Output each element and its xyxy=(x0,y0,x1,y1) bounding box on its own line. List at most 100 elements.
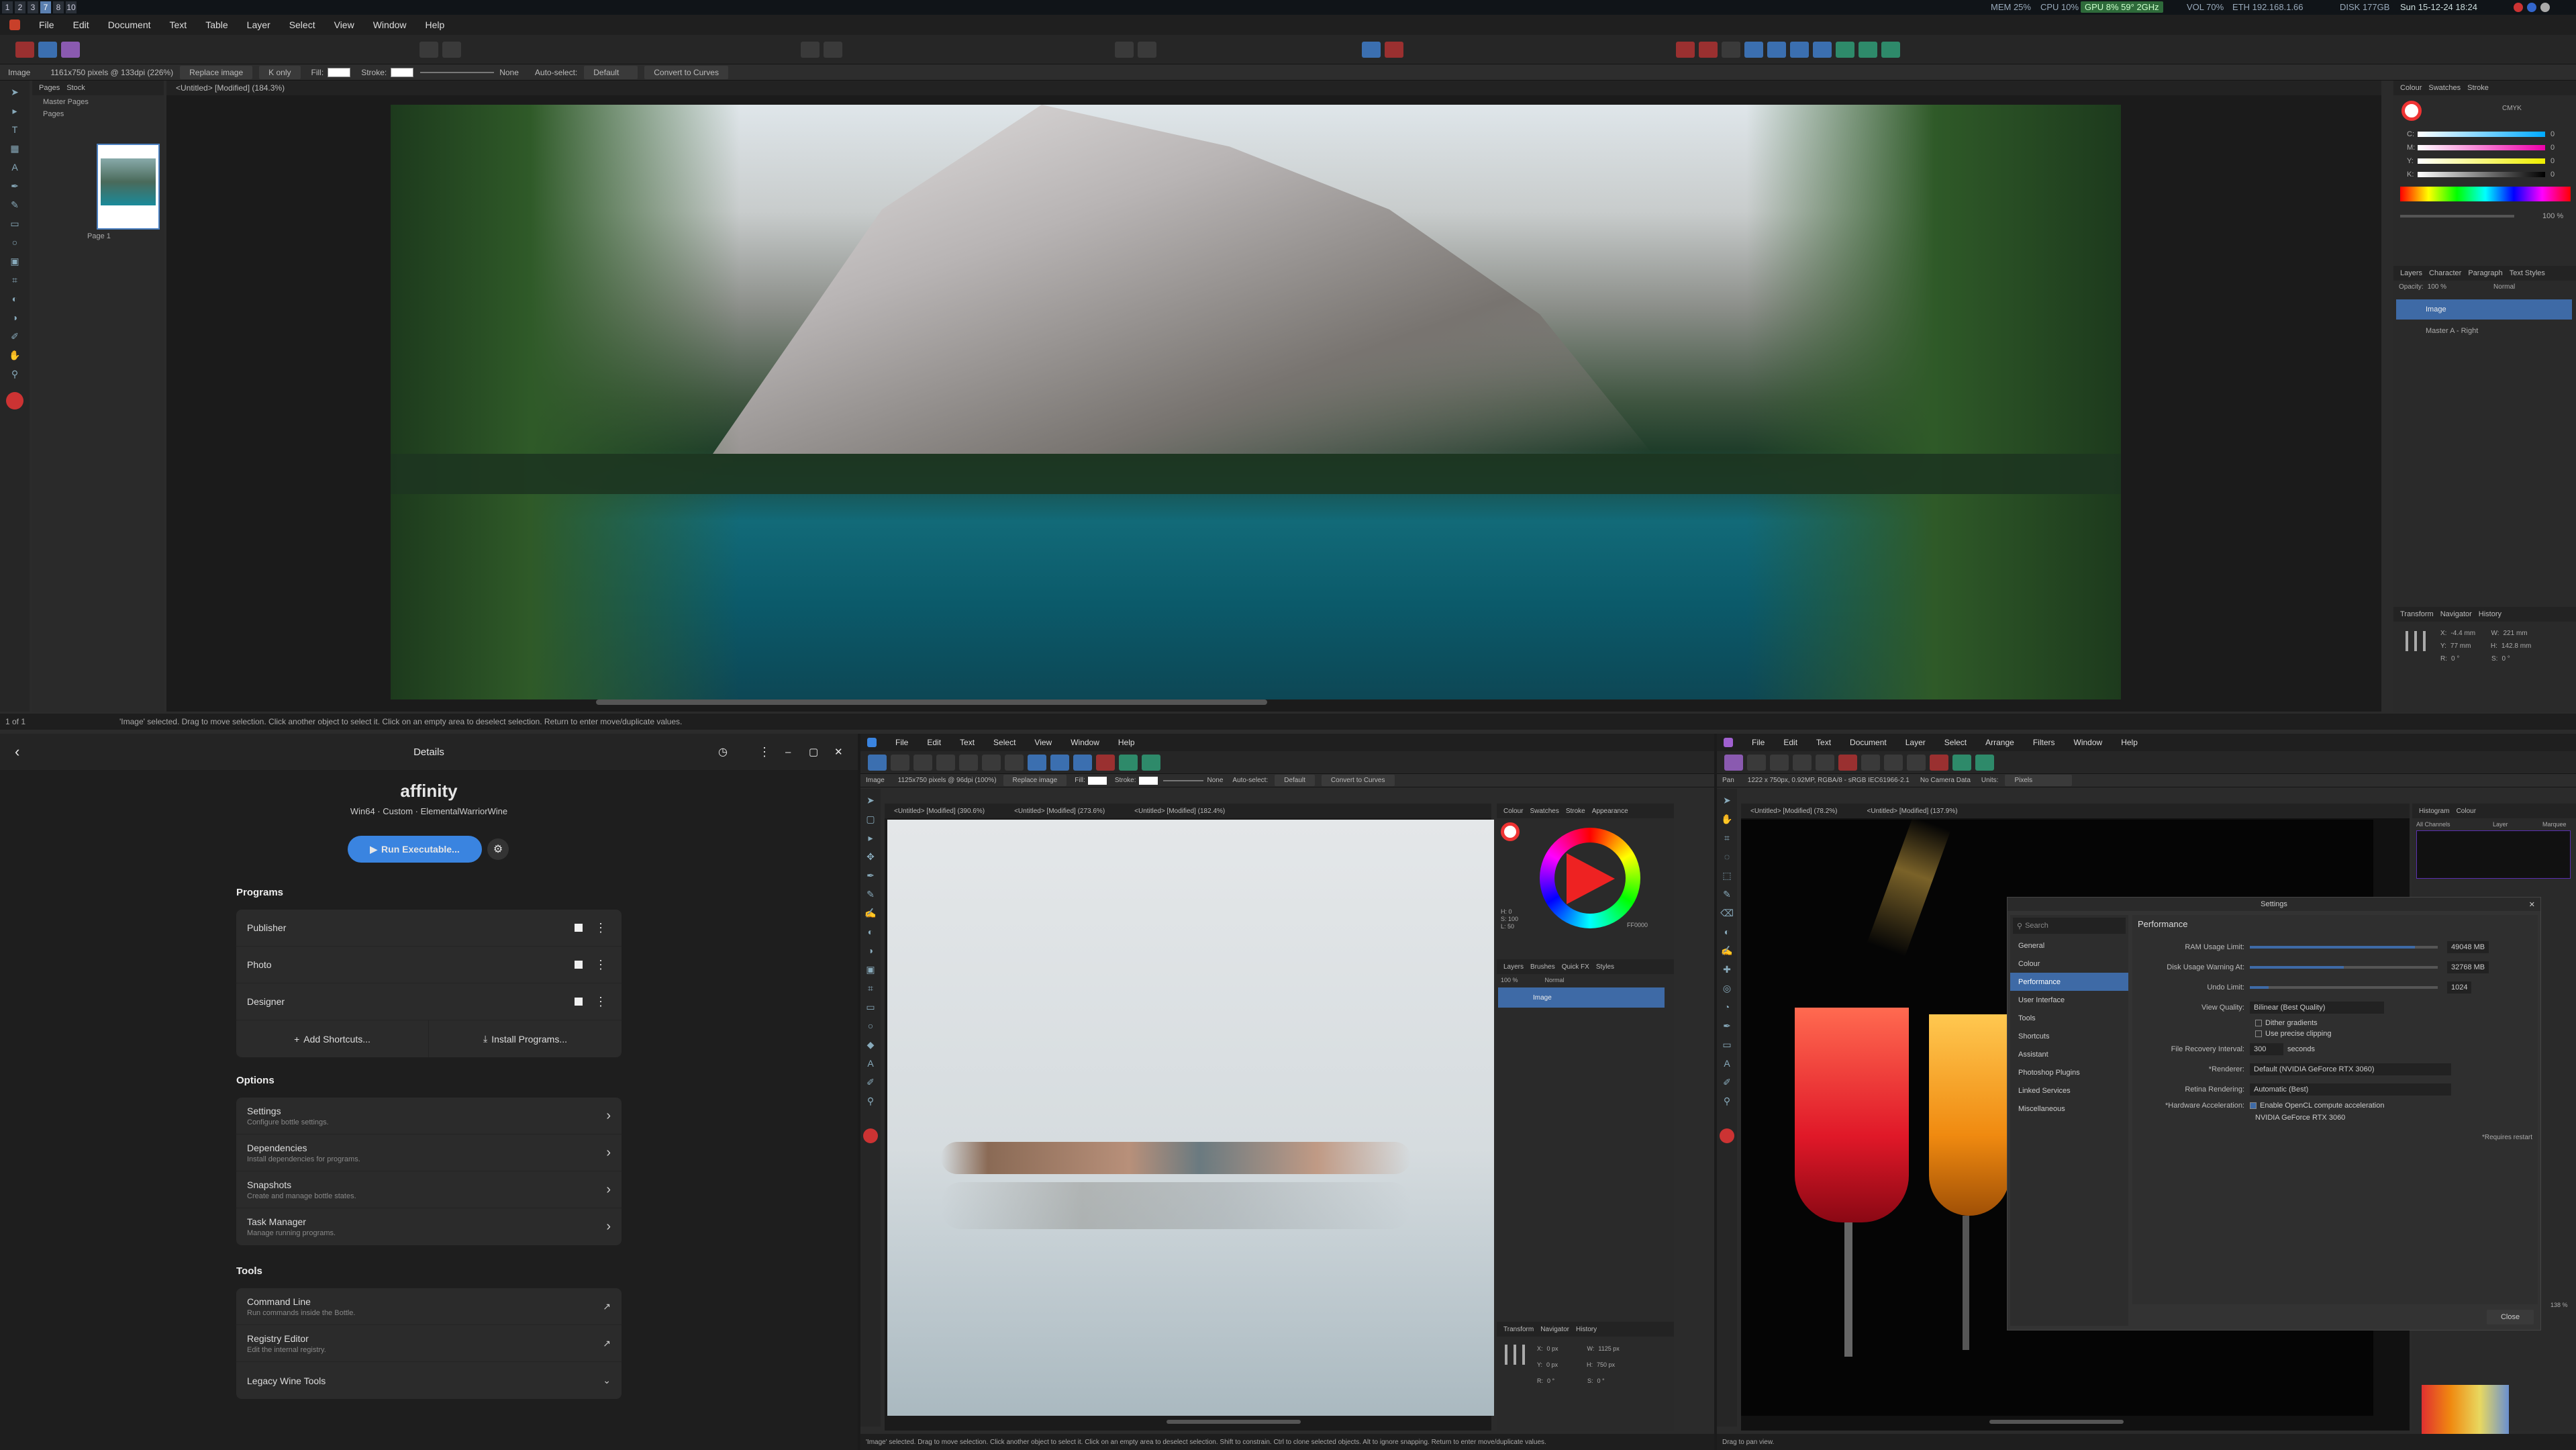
snapping-icon[interactable] xyxy=(442,41,461,58)
text-tool-icon[interactable]: A xyxy=(863,1056,878,1071)
crop-tool-icon[interactable]: ⌗ xyxy=(1720,830,1734,845)
layer-opacity-value[interactable]: 100 % xyxy=(2428,283,2446,291)
stroke-swatch[interactable] xyxy=(391,67,414,77)
transform-w[interactable]: 221 mm xyxy=(2504,627,2528,640)
workspace-10[interactable]: 10 xyxy=(66,1,77,13)
quick-mask-icon[interactable] xyxy=(1838,754,1857,771)
tool-command-line[interactable]: Command Line Run commands inside the Bott… xyxy=(236,1288,622,1325)
layer-row[interactable]: Image xyxy=(1498,987,1665,1008)
clock-icon[interactable]: ◷ xyxy=(718,745,728,759)
persona-export-icon[interactable] xyxy=(1816,754,1834,771)
snapping-icon[interactable] xyxy=(959,754,978,771)
transparency-tool-icon[interactable]: ◑ xyxy=(7,310,22,325)
tool-registry-editor[interactable]: Registry Editor Edit the internal registr… xyxy=(236,1325,622,1362)
layer-blend-mode[interactable]: Normal xyxy=(2493,283,2515,291)
canvas-area[interactable]: <Untitled> [Modified] (390.6%) <Untitled… xyxy=(885,804,1494,1431)
menu-arrange[interactable]: Arrange xyxy=(1985,738,2014,747)
menu-filters[interactable]: Filters xyxy=(2033,738,2055,747)
crop-tool-icon[interactable]: ⌗ xyxy=(7,273,22,287)
hex-value[interactable]: FF0000 xyxy=(1627,922,1648,928)
view-tool-icon[interactable]: ✋ xyxy=(1720,812,1734,826)
snapping-toggle-icon[interactable] xyxy=(1362,41,1381,58)
tab-navigator[interactable]: Navigator xyxy=(1540,1326,1569,1333)
opacity-value[interactable]: 100 % xyxy=(2542,212,2563,220)
zoom-value[interactable]: 138 % xyxy=(2550,1302,2568,1308)
anchor-grid-icon[interactable] xyxy=(1505,1345,1525,1365)
anchor-grid-icon[interactable] xyxy=(2406,631,2426,651)
settings-nav-assistant[interactable]: Assistant xyxy=(2010,1045,2128,1063)
menu-layer[interactable]: Layer xyxy=(247,19,270,30)
tab-layers[interactable]: Layers xyxy=(1503,963,1524,971)
artboard-tool-icon[interactable]: ▢ xyxy=(863,812,878,826)
healing-brush-icon[interactable]: ✚ xyxy=(1720,962,1734,977)
persona-export-icon[interactable] xyxy=(913,754,932,771)
workspace-1[interactable]: 1 xyxy=(2,1,13,13)
colour-triangle[interactable] xyxy=(1567,853,1615,904)
add-shortcuts-button[interactable]: + Add Shortcuts... xyxy=(236,1020,429,1057)
color-picker-tool-icon[interactable]: ✐ xyxy=(7,329,22,344)
blur-brush-icon[interactable]: ◎ xyxy=(1720,981,1734,996)
layer-row[interactable]: Image xyxy=(2396,299,2572,320)
layer-opacity-value[interactable]: 100 % xyxy=(1501,977,1518,983)
units-dropdown[interactable]: Pixels xyxy=(2005,775,2073,786)
transparency-tool-icon[interactable]: ◑ xyxy=(863,943,878,958)
more-icon[interactable]: ⋮ xyxy=(595,958,607,972)
tab-history[interactable]: History xyxy=(2479,610,2501,618)
option-task-manager[interactable]: Task Manager Manage running programs. › xyxy=(236,1208,622,1245)
workspace-8[interactable]: 8 xyxy=(53,1,64,13)
artistic-text-tool-icon[interactable]: A xyxy=(7,160,22,175)
run-executable-button[interactable]: ▶ Run Executable... xyxy=(348,836,482,863)
tray-icon-3[interactable] xyxy=(2540,3,2550,12)
color-picker-tool-icon[interactable]: ✐ xyxy=(863,1075,878,1090)
crop-tool-icon[interactable]: ⌗ xyxy=(863,981,878,996)
y-value[interactable]: 0 xyxy=(2550,157,2555,165)
rectangle-tool-icon[interactable]: ▭ xyxy=(863,1000,878,1014)
settings-nav-general[interactable]: General xyxy=(2010,936,2128,955)
arrange-icon[interactable] xyxy=(1907,754,1926,771)
tab-transform[interactable]: Transform xyxy=(1503,1326,1534,1333)
document-tab-2[interactable]: <Untitled> [Modified] (137.9%) xyxy=(1867,808,1958,815)
transform-h[interactable]: 750 px xyxy=(1597,1357,1615,1373)
settings-search-input[interactable]: ⚲ Search xyxy=(2013,918,2126,934)
assistant-icon[interactable] xyxy=(1952,754,1971,771)
menu-document[interactable]: Document xyxy=(108,19,151,30)
horizontal-scrollbar[interactable] xyxy=(596,699,1267,705)
pen-tool-icon[interactable]: ✒ xyxy=(863,868,878,883)
fill-swatch[interactable] xyxy=(328,67,351,77)
menu-text[interactable]: Text xyxy=(1816,738,1831,747)
view-mode-icon[interactable] xyxy=(801,41,820,58)
menu-select[interactable]: Select xyxy=(993,738,1015,747)
retina-rendering-dropdown[interactable]: Automatic (Best) xyxy=(2250,1083,2451,1096)
flood-fill-icon[interactable]: ◐ xyxy=(1720,924,1734,939)
menu-window[interactable]: Window xyxy=(1071,738,1099,747)
y-slider[interactable] xyxy=(2418,158,2545,164)
document-tab-1[interactable]: <Untitled> [Modified] (78.2%) xyxy=(1750,808,1838,815)
tab-text-styles[interactable]: Text Styles xyxy=(2510,269,2545,277)
pen-tool-icon[interactable]: ✒ xyxy=(7,179,22,193)
transform-s[interactable]: 0 ° xyxy=(1597,1373,1605,1389)
transform-y[interactable]: 77 mm xyxy=(2450,640,2491,652)
node-tool-icon[interactable]: ▸ xyxy=(7,103,22,118)
menu-select[interactable]: Select xyxy=(289,19,315,30)
move-tool-icon[interactable]: ➤ xyxy=(863,793,878,808)
back-icon[interactable]: ‹ xyxy=(15,743,19,761)
hand-tool-icon[interactable]: ✋ xyxy=(7,348,22,362)
persona-publisher-icon[interactable] xyxy=(15,41,34,58)
colour-well-icon[interactable] xyxy=(6,392,23,409)
install-programs-button[interactable]: ⤓ Install Programs... xyxy=(429,1020,622,1057)
menu-edit[interactable]: Edit xyxy=(73,19,89,30)
fill-swatch[interactable] xyxy=(1087,776,1107,785)
persona-designer-icon[interactable] xyxy=(38,41,57,58)
stop-icon[interactable] xyxy=(575,924,583,932)
view-quality-dropdown[interactable]: Bilinear (Best Quality) xyxy=(2250,1002,2384,1014)
arrange-icon[interactable] xyxy=(1767,41,1786,58)
align-icon[interactable] xyxy=(1028,754,1046,771)
menu-table[interactable]: Table xyxy=(205,19,228,30)
ellipse-tool-icon[interactable]: ○ xyxy=(7,235,22,250)
c-value[interactable]: 0 xyxy=(2550,130,2555,138)
zoom-tool-icon[interactable]: ⚲ xyxy=(1720,1094,1734,1108)
boolean-icon[interactable] xyxy=(1975,754,1994,771)
ram-limit-value[interactable]: 49048 MB xyxy=(2447,941,2489,953)
flip-icon[interactable] xyxy=(1073,754,1092,771)
dodge-brush-icon[interactable]: ◔ xyxy=(1720,1000,1734,1014)
